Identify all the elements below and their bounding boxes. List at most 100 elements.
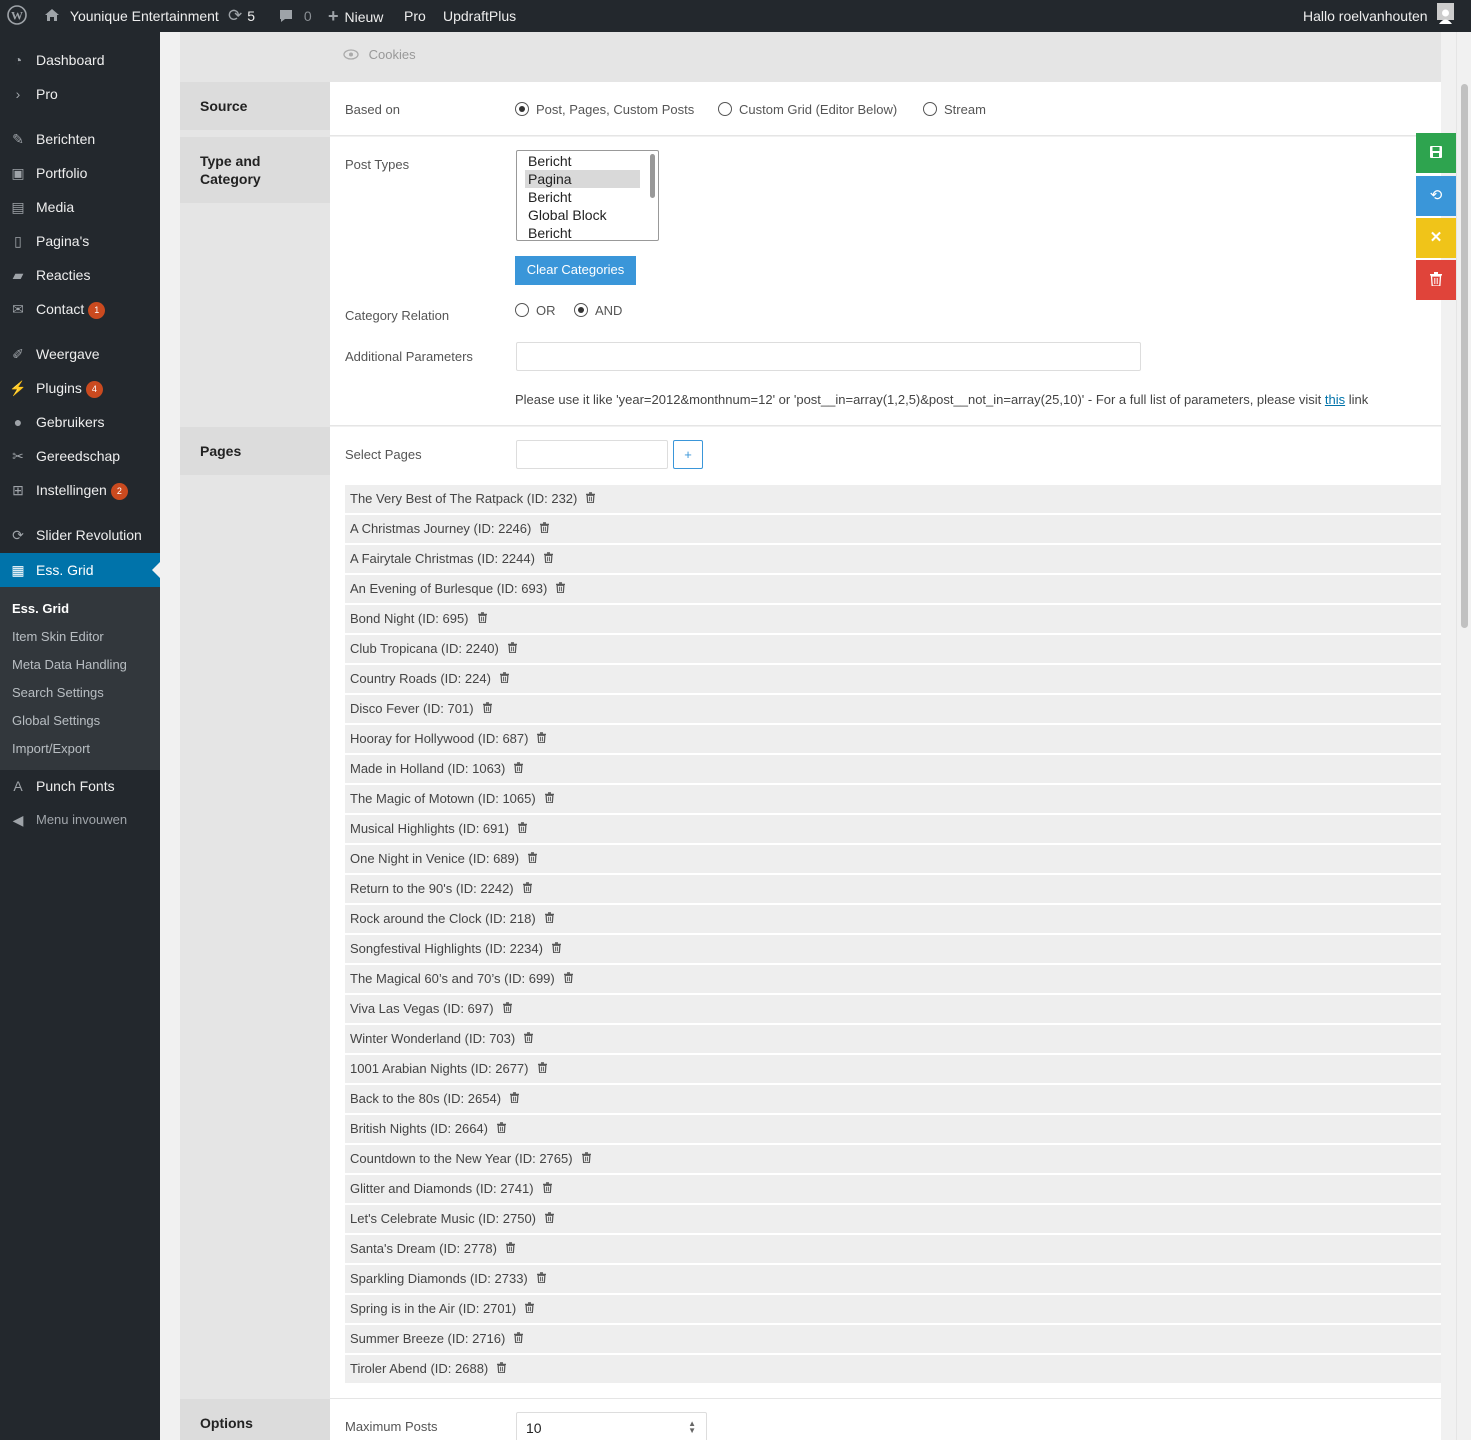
- radio-relation-and[interactable]: AND: [574, 303, 622, 318]
- trash-icon[interactable]: [536, 1266, 546, 1294]
- sidebar-item-label: Ess. Grid: [36, 562, 94, 578]
- submenu-ess-grid[interactable]: Ess. Grid: [12, 601, 69, 616]
- submenu-search-settings[interactable]: Search Settings: [12, 685, 104, 700]
- sidebar-item-dashboard[interactable]: ◔ Dashboard: [0, 43, 160, 77]
- submenu-import-export[interactable]: Import/Export: [12, 741, 90, 756]
- trash-icon[interactable]: [524, 1026, 534, 1054]
- post-type-option-selected[interactable]: Pagina: [525, 170, 640, 188]
- select-pages-input[interactable]: [516, 440, 668, 469]
- selected-page-row: Disco Fever (ID: 701): [345, 695, 1441, 723]
- page-scrollbar[interactable]: [1456, 32, 1471, 1440]
- trash-icon[interactable]: [482, 696, 492, 724]
- site-home-link[interactable]: Younique Entertainment: [44, 0, 219, 32]
- trash-icon[interactable]: [499, 666, 509, 694]
- trash-icon[interactable]: [540, 516, 550, 544]
- post-types-listbox[interactable]: Bericht Pagina Bericht Global Block Beri…: [516, 150, 659, 241]
- trash-icon[interactable]: [542, 1176, 552, 1204]
- sidebar-item-portfolio[interactable]: ▣ Portfolio: [0, 156, 160, 190]
- trash-icon[interactable]: [514, 1326, 524, 1354]
- tab-cookies[interactable]: Cookies: [343, 47, 416, 62]
- trash-icon[interactable]: [506, 1236, 515, 1264]
- trash-icon[interactable]: [477, 606, 487, 634]
- sidebar-item-ess-grid[interactable]: ▦ Ess. Grid: [0, 553, 160, 587]
- sidebar-item-instellingen[interactable]: ⊞ Instellingen 2: [0, 473, 160, 507]
- trash-icon[interactable]: [502, 996, 512, 1024]
- category-relation-label: Category Relation: [345, 308, 450, 323]
- eye-icon: [343, 47, 363, 62]
- sidebar-item-slider-revolution[interactable]: ⟳ Slider Revolution: [0, 518, 160, 552]
- trash-icon[interactable]: [551, 936, 561, 964]
- sidebar-item-reacties[interactable]: ▰ Reacties: [0, 258, 160, 292]
- pro-link[interactable]: Pro: [404, 0, 426, 32]
- trash-icon[interactable]: [528, 846, 538, 874]
- sidebar-item-contact[interactable]: ✉ Contact 1: [0, 292, 160, 326]
- sidebar-item-berichten[interactable]: ✎ Berichten: [0, 122, 160, 156]
- trash-icon[interactable]: [497, 1356, 507, 1384]
- trash-icon[interactable]: [510, 1086, 520, 1114]
- clear-categories-button[interactable]: Clear Categories: [515, 256, 636, 285]
- listbox-scrollbar[interactable]: [650, 154, 655, 198]
- trash-icon[interactable]: [537, 1056, 547, 1084]
- trash-icon[interactable]: [522, 876, 532, 904]
- section-label-source: Source: [180, 82, 330, 130]
- trash-icon[interactable]: [514, 756, 524, 784]
- trash-icon[interactable]: [507, 636, 517, 664]
- sidebar-item-gebruikers[interactable]: ● Gebruikers: [0, 405, 160, 439]
- additional-parameters-input[interactable]: [516, 342, 1141, 371]
- trash-icon[interactable]: [545, 1206, 555, 1234]
- radio-unselected-icon: [718, 102, 732, 116]
- sidebar-item-label: Menu invouwen: [36, 812, 128, 827]
- scrollbar-thumb[interactable]: [1461, 84, 1468, 628]
- sidebar-item-plugins[interactable]: ⚡ Plugins 4: [0, 371, 160, 405]
- sidebar-item-weergave[interactable]: ✐ Weergave: [0, 337, 160, 371]
- new-content-link[interactable]: + Nieuw: [328, 0, 383, 32]
- sidebar-item-label: Pagina's: [36, 233, 90, 249]
- sidebar-item-paginas[interactable]: ▯ Pagina's: [0, 224, 160, 258]
- save-grid-button[interactable]: [1416, 133, 1456, 173]
- selected-page-row: Country Roads (ID: 224): [345, 665, 1441, 693]
- post-type-option[interactable]: Bericht: [525, 152, 640, 170]
- sidebar-item-media[interactable]: ▤ Media: [0, 190, 160, 224]
- maximum-posts-input[interactable]: 10 ▲ ▼: [516, 1412, 707, 1440]
- selected-page-title: Sparkling Diamonds (ID: 2733): [350, 1271, 528, 1286]
- trash-icon[interactable]: [586, 486, 596, 514]
- parameters-help-link[interactable]: this: [1325, 392, 1345, 407]
- trash-icon[interactable]: [537, 726, 547, 754]
- trash-icon[interactable]: [544, 906, 554, 934]
- submenu-global-settings[interactable]: Global Settings: [12, 713, 100, 728]
- trash-icon[interactable]: [497, 1116, 506, 1144]
- radio-post-pages[interactable]: Post, Pages, Custom Posts: [515, 102, 694, 117]
- sidebar-item-punch-fonts[interactable]: A Punch Fonts: [0, 769, 160, 803]
- delete-grid-button[interactable]: [1416, 260, 1456, 300]
- sidebar-collapse-menu[interactable]: ◀ Menu invouwen: [0, 803, 160, 837]
- submenu-item-skin-editor[interactable]: Item Skin Editor: [12, 629, 104, 644]
- post-type-option[interactable]: Bericht: [525, 224, 640, 240]
- post-type-option[interactable]: Global Block: [525, 206, 640, 224]
- sidebar-item-gereedschap[interactable]: ✂ Gereedschap: [0, 439, 160, 473]
- trash-icon[interactable]: [581, 1146, 591, 1174]
- trash-icon[interactable]: [544, 786, 554, 814]
- sidebar-item-pro[interactable]: › Pro: [0, 77, 160, 111]
- close-button[interactable]: ✕: [1416, 218, 1456, 258]
- trash-icon[interactable]: [543, 546, 553, 574]
- maximum-posts-value: 10: [526, 1420, 542, 1436]
- post-type-option[interactable]: Bericht: [525, 188, 640, 206]
- spinner-arrows-icon[interactable]: ▲ ▼: [688, 1420, 696, 1435]
- account-menu[interactable]: Hallo roelvanhouten: [1303, 0, 1455, 32]
- radio-custom-grid[interactable]: Custom Grid (Editor Below): [718, 102, 897, 117]
- selected-page-title: Winter Wonderland (ID: 703): [350, 1031, 516, 1046]
- refresh-preview-button[interactable]: ⟲: [1416, 176, 1456, 216]
- add-page-button[interactable]: +: [673, 440, 703, 469]
- trash-icon[interactable]: [556, 576, 566, 604]
- updates-link[interactable]: ⟳ 5: [228, 0, 255, 32]
- radio-stream[interactable]: Stream: [923, 102, 986, 117]
- wordpress-logo-icon[interactable]: W: [7, 0, 27, 32]
- radio-relation-or[interactable]: OR: [515, 303, 556, 318]
- updraftplus-link[interactable]: UpdraftPlus: [443, 0, 516, 32]
- sidebar-item-label: Instellingen 2: [36, 473, 128, 507]
- trash-icon[interactable]: [525, 1296, 535, 1324]
- trash-icon[interactable]: [517, 816, 527, 844]
- trash-icon[interactable]: [563, 966, 573, 994]
- comments-link[interactable]: 0: [278, 0, 312, 32]
- submenu-meta-data-handling[interactable]: Meta Data Handling: [12, 657, 127, 672]
